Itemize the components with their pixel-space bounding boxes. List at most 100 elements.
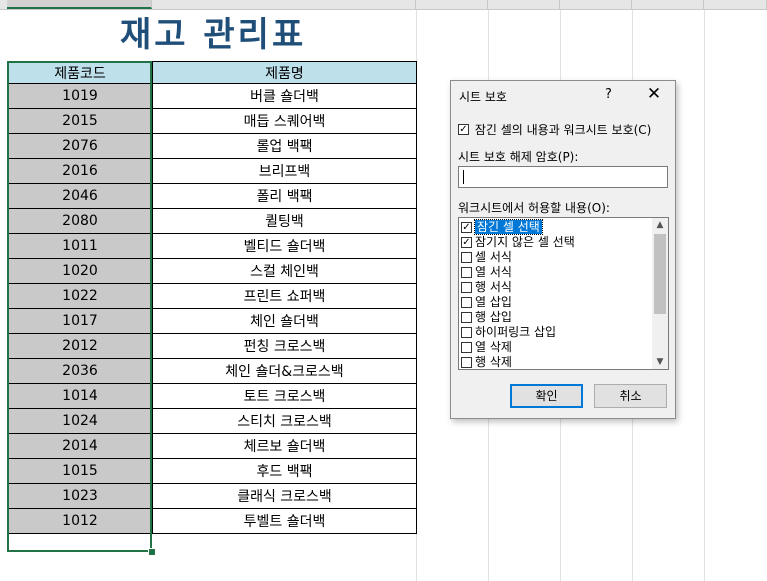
header-product-name[interactable]: 제품명 — [152, 61, 417, 84]
option-label: 행 삭제 — [475, 355, 512, 369]
password-label: 시트 보호 해제 암호(P): — [458, 150, 579, 164]
password-input[interactable] — [458, 166, 668, 188]
option-checkbox[interactable] — [461, 282, 472, 293]
allow-options-list[interactable]: ✓ 잠긴 셀 선택 ✓ 잠기지 않은 셀 선택 셀 서식 열 서식 행 서식 열 삽입 행 삽입… — [458, 217, 669, 370]
product-name-cell[interactable]: 버클 숄더백 — [152, 83, 417, 109]
scroll-down-icon[interactable]: ▼ — [652, 355, 668, 369]
table-row: 2016 브리프백 — [7, 158, 417, 184]
protect-option[interactable]: ✓ 잠긴 셀의 내용과 워크시트 보호(C) — [458, 121, 651, 138]
product-name-cell[interactable]: 체르보 숄더백 — [152, 433, 417, 459]
option-checkbox[interactable] — [461, 342, 472, 353]
product-code-cell[interactable]: 2012 — [7, 333, 153, 359]
list-item[interactable]: 열 삽입 — [461, 295, 653, 310]
list-item[interactable]: ✓ 잠긴 셀 선택 — [461, 219, 653, 235]
product-name-cell[interactable]: 브리프백 — [152, 158, 417, 184]
column-headers — [0, 0, 767, 10]
table-row: 1024 스티치 크로스백 — [7, 408, 417, 434]
product-name-cell[interactable]: 스티치 크로스백 — [152, 408, 417, 434]
option-checkbox[interactable] — [461, 252, 472, 263]
product-name-cell[interactable]: 벨티드 숄더백 — [152, 233, 417, 259]
table-row: 1023 클래식 크로스백 — [7, 483, 417, 509]
table-row: 2012 펀칭 크로스백 — [7, 333, 417, 359]
option-label: 열 서식 — [475, 265, 512, 279]
cancel-button[interactable]: 취소 — [594, 384, 667, 408]
ok-button[interactable]: 확인 — [510, 384, 583, 408]
sheet-title[interactable]: 재고 관리표 — [120, 7, 306, 56]
product-name-cell[interactable]: 클래식 크로스백 — [152, 483, 417, 509]
inventory-table: 제품코드 제품명 1019 버클 숄더백 2015 매듭 스퀘어백 2076 롤업 백팩 2… — [7, 61, 417, 534]
product-code-cell[interactable]: 1020 — [7, 258, 153, 284]
product-code-cell[interactable]: 1017 — [7, 308, 153, 334]
product-code-cell[interactable]: 2016 — [7, 158, 153, 184]
product-name-cell[interactable]: 퀼팅백 — [152, 208, 417, 234]
product-code-cell[interactable]: 2036 — [7, 358, 153, 384]
product-code-cell[interactable]: 2046 — [7, 183, 153, 209]
product-name-cell[interactable]: 폴리 백팩 — [152, 183, 417, 209]
list-item[interactable]: 열 서식 — [461, 265, 653, 280]
product-code-cell[interactable]: 1014 — [7, 383, 153, 409]
product-name-cell[interactable]: 체인 숄더&크로스백 — [152, 358, 417, 384]
protect-checkbox[interactable]: ✓ — [458, 124, 469, 135]
product-code-cell[interactable]: 2080 — [7, 208, 153, 234]
option-label: 하이퍼링크 삽입 — [475, 325, 557, 339]
table-row: 2076 롤업 백팩 — [7, 133, 417, 159]
list-item[interactable]: 셀 서식 — [461, 250, 653, 265]
option-checkbox[interactable]: ✓ — [461, 222, 472, 233]
option-label: 잠기지 않은 셀 선택 — [475, 235, 575, 249]
product-code-cell[interactable]: 1011 — [7, 233, 153, 259]
column-header-d[interactable] — [488, 0, 560, 9]
protect-sheet-dialog: 시트 보호 ? ✕ ✓ 잠긴 셀의 내용과 워크시트 보호(C) 시트 보호 해… — [450, 80, 676, 419]
help-button[interactable]: ? — [605, 87, 612, 102]
close-icon[interactable]: ✕ — [644, 84, 664, 104]
table-row: 1012 투벨트 숄더백 — [7, 508, 417, 534]
protect-label: 잠긴 셀의 내용과 워크시트 보호(C) — [474, 123, 652, 137]
product-name-cell[interactable]: 투벨트 숄더백 — [152, 508, 417, 534]
option-checkbox[interactable] — [461, 297, 472, 308]
column-header-g[interactable] — [704, 0, 767, 9]
list-item[interactable]: ✓ 잠기지 않은 셀 선택 — [461, 235, 653, 250]
column-header-e[interactable] — [560, 0, 632, 9]
list-item[interactable]: 행 서식 — [461, 280, 653, 295]
option-label: 열 삽입 — [475, 295, 512, 309]
table-row: 1017 체인 숄더백 — [7, 308, 417, 334]
table-row: 2036 체인 숄더&크로스백 — [7, 358, 417, 384]
column-header-f[interactable] — [632, 0, 704, 9]
product-code-cell[interactable]: 1019 — [7, 83, 153, 109]
list-item[interactable]: 하이퍼링크 삽입 — [461, 325, 653, 340]
option-checkbox[interactable]: ✓ — [461, 237, 472, 248]
product-code-cell[interactable]: 1012 — [7, 508, 153, 534]
product-code-cell[interactable]: 1022 — [7, 283, 153, 309]
product-name-cell[interactable]: 프린트 쇼퍼백 — [152, 283, 417, 309]
option-checkbox[interactable] — [461, 312, 472, 323]
product-name-cell[interactable]: 펀칭 크로스백 — [152, 333, 417, 359]
option-checkbox[interactable] — [461, 327, 472, 338]
option-label: 셀 서식 — [475, 250, 512, 264]
product-code-cell[interactable]: 1015 — [7, 458, 153, 484]
product-name-cell[interactable]: 체인 숄더백 — [152, 308, 417, 334]
header-product-code[interactable]: 제품코드 — [7, 61, 153, 84]
product-name-cell[interactable]: 롤업 백팩 — [152, 133, 417, 159]
product-name-cell[interactable]: 스컬 체인백 — [152, 258, 417, 284]
product-name-cell[interactable]: 매듭 스퀘어백 — [152, 108, 417, 134]
fill-handle[interactable] — [148, 548, 156, 556]
product-name-cell[interactable]: 후드 백팩 — [152, 458, 417, 484]
list-item[interactable]: 행 삽입 — [461, 310, 653, 325]
option-checkbox[interactable] — [461, 357, 472, 368]
list-scrollbar[interactable]: ▲ ▼ — [652, 218, 668, 369]
list-item[interactable]: 행 삭제 — [461, 355, 653, 369]
table-row: 1022 프린트 쇼퍼백 — [7, 283, 417, 309]
column-header-c[interactable] — [416, 0, 488, 9]
product-code-cell[interactable]: 1023 — [7, 483, 153, 509]
table-row: 1014 토트 크로스백 — [7, 383, 417, 409]
table-row: 2046 폴리 백팩 — [7, 183, 417, 209]
option-checkbox[interactable] — [461, 267, 472, 278]
product-name-cell[interactable]: 토트 크로스백 — [152, 383, 417, 409]
product-code-cell[interactable]: 2014 — [7, 433, 153, 459]
table-row: 1019 버클 숄더백 — [7, 83, 417, 109]
scroll-thumb[interactable] — [654, 234, 666, 314]
scroll-up-icon[interactable]: ▲ — [652, 218, 668, 232]
product-code-cell[interactable]: 2015 — [7, 108, 153, 134]
list-item[interactable]: 열 삭제 — [461, 340, 653, 355]
product-code-cell[interactable]: 2076 — [7, 133, 153, 159]
product-code-cell[interactable]: 1024 — [7, 408, 153, 434]
